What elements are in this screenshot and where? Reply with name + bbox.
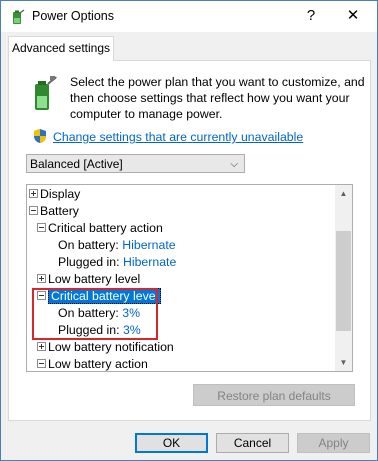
cba-plugged-in-value[interactable]: Hibernate	[123, 255, 176, 269]
collapse-icon[interactable]	[37, 223, 46, 233]
settings-tree[interactable]: Display Battery Critical battery action …	[26, 184, 353, 372]
collapse-icon[interactable]	[29, 206, 38, 216]
plan-description: Select the power plan that you want to c…	[70, 75, 365, 121]
cba-on-battery-value[interactable]: Hibernate	[122, 238, 175, 252]
restore-plan-defaults-button[interactable]: Restore plan defaults	[193, 384, 355, 406]
scroll-thumb[interactable]	[336, 231, 351, 331]
collapse-icon[interactable]	[37, 359, 46, 369]
expand-icon[interactable]	[29, 189, 38, 199]
chevron-down-icon: ⌵	[230, 159, 238, 170]
power-plan-dropdown[interactable]: Balanced [Active] ⌵	[26, 154, 245, 173]
tree-item-cba-on-battery[interactable]: On battery: Hibernate	[58, 237, 176, 254]
tree-item-cbl-plugged-in[interactable]: Plugged in: 3%	[58, 322, 141, 339]
title-bar: Power Options ? ✕	[1, 1, 377, 32]
tree-item-cba-plugged-in[interactable]: Plugged in: Hibernate	[58, 254, 176, 271]
scroll-up-icon[interactable]: ▲	[335, 185, 352, 202]
cancel-button[interactable]: Cancel	[216, 433, 289, 453]
cbl-on-battery-value[interactable]: 3%	[122, 306, 140, 320]
tree-item-low-battery-action[interactable]: Low battery action	[37, 356, 148, 371]
cbl-plugged-in-value[interactable]: 3%	[123, 323, 141, 337]
tree-item-critical-battery-action[interactable]: Critical battery action	[37, 220, 163, 237]
help-button[interactable]: ?	[301, 6, 321, 26]
close-button[interactable]: ✕	[341, 6, 365, 26]
battery-plan-icon	[35, 76, 57, 110]
power-plan-selected: Balanced [Active]	[30, 157, 123, 171]
tab-advanced-settings[interactable]: Advanced settings	[8, 36, 114, 61]
power-options-window: Power Options ? ✕ Advanced settings Sele…	[0, 0, 378, 461]
window-title: Power Options	[32, 9, 114, 23]
tree-item-low-battery-level[interactable]: Low battery level	[37, 271, 140, 288]
tree-item-cbl-on-battery[interactable]: On battery: 3%	[58, 305, 140, 322]
uac-shield-icon	[34, 129, 46, 143]
tree-item-battery[interactable]: Battery	[29, 203, 79, 220]
expand-icon[interactable]	[37, 274, 46, 284]
tree-scrollbar[interactable]: ▲ ▼	[335, 185, 352, 371]
tree-item-low-battery-notification[interactable]: Low battery notification	[37, 339, 174, 356]
collapse-icon[interactable]	[37, 291, 46, 301]
tree-item-critical-battery-level[interactable]: Critical battery level	[37, 288, 162, 305]
expand-icon[interactable]	[37, 342, 46, 352]
scroll-down-icon[interactable]: ▼	[335, 354, 352, 371]
ok-button[interactable]: OK	[135, 433, 208, 453]
selected-item-label: Critical battery level	[48, 288, 162, 304]
change-unavailable-settings-link[interactable]: Change settings that are currently unava…	[53, 130, 303, 144]
power-options-icon	[13, 9, 25, 24]
tree-item-display[interactable]: Display	[29, 186, 80, 203]
apply-button[interactable]: Apply	[297, 433, 370, 453]
